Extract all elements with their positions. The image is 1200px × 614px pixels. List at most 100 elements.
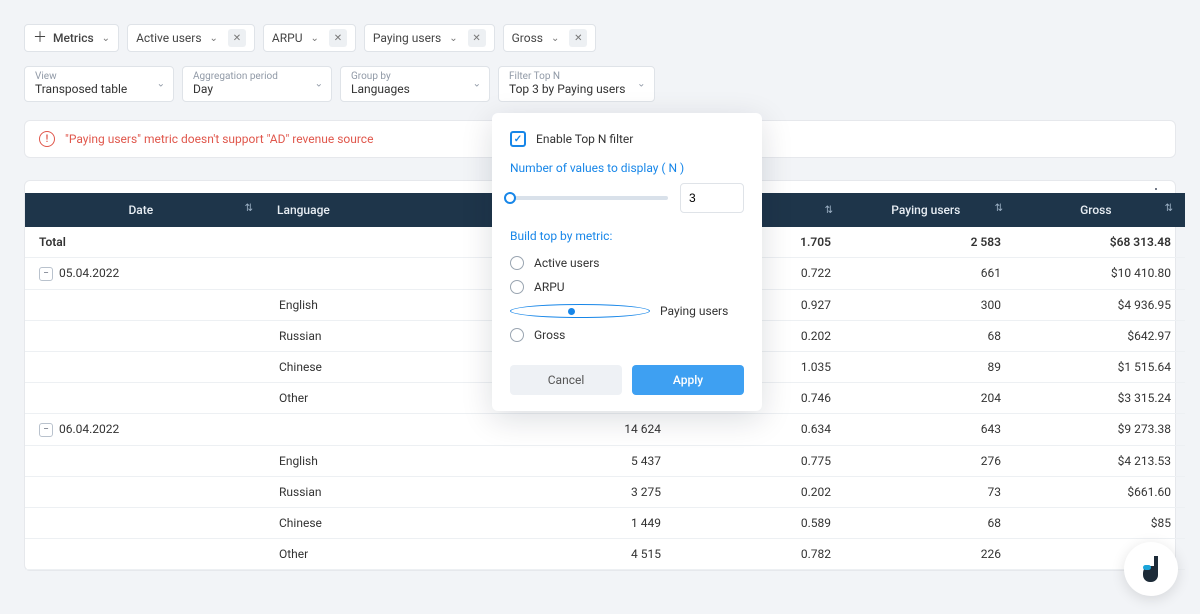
cell-paying-users: 68: [845, 320, 1015, 351]
cell-arpu: 0.775: [675, 445, 845, 476]
radio-label: Gross: [534, 328, 565, 342]
cell-paying-users: 226: [845, 538, 1015, 569]
cell-language: Russian: [265, 476, 505, 507]
cell-language: Chinese: [265, 351, 505, 382]
chevron-down-icon: ⌄: [551, 33, 559, 44]
metric-chip-active-users[interactable]: Active users ⌄ ✕: [127, 24, 255, 52]
cell-active-users: 14 624: [505, 413, 675, 445]
cell-arpu: 0.634: [675, 413, 845, 445]
close-icon[interactable]: ✕: [569, 29, 587, 47]
radio-icon[interactable]: [510, 304, 650, 318]
cell-language: [265, 258, 505, 290]
radio-label: ARPU: [534, 280, 565, 294]
cell-date: [25, 507, 265, 538]
cell-date: [25, 445, 265, 476]
cell-paying-users: 2 583: [845, 227, 1015, 258]
close-icon[interactable]: ✕: [329, 29, 347, 47]
period-select[interactable]: Aggregation period Day ⌄: [182, 66, 332, 102]
cell-active-users: 5 437: [505, 445, 675, 476]
cell-date: [25, 351, 265, 382]
cell-date: [25, 538, 265, 569]
metric-label: Build top by metric:: [510, 229, 744, 243]
cell-language: Russian: [265, 320, 505, 351]
cell-arpu: 0.589: [675, 507, 845, 538]
cancel-button[interactable]: Cancel: [510, 365, 622, 395]
cell-language: English: [265, 289, 505, 320]
table-row: −06.04.202214 6240.634643$9 273.38: [25, 413, 1185, 445]
cell-paying-users: 661: [845, 258, 1015, 290]
logo-icon: [1136, 554, 1166, 584]
sort-icon: ⇅: [825, 205, 833, 216]
chevron-down-icon: ⌄: [449, 33, 457, 44]
col-language[interactable]: Language: [265, 193, 505, 227]
cell-paying-users: 276: [845, 445, 1015, 476]
radio-option[interactable]: ARPU: [510, 275, 744, 299]
close-icon[interactable]: ✕: [228, 29, 246, 47]
add-metric-button[interactable]: ＋ Metrics ⌄: [24, 24, 119, 52]
col-gross[interactable]: Gross⇅: [1015, 193, 1185, 227]
collapse-icon[interactable]: −: [39, 267, 53, 281]
metric-chip-row: ＋ Metrics ⌄ Active users ⌄ ✕ ARPU ⌄ ✕ Pa…: [24, 24, 1176, 52]
col-paying-users[interactable]: Paying users⇅: [845, 193, 1015, 227]
cell-arpu: 0.782: [675, 538, 845, 569]
enable-checkbox[interactable]: ✓: [510, 131, 526, 147]
cell-active-users: 1 449: [505, 507, 675, 538]
slider-knob[interactable]: [504, 192, 516, 204]
n-slider[interactable]: [510, 196, 668, 200]
metric-chip-paying-users[interactable]: Paying users ⌄ ✕: [364, 24, 495, 52]
cell-gross: $4 213.53: [1015, 445, 1185, 476]
cell-language: [265, 227, 505, 258]
chevron-down-icon: ⌄: [102, 33, 110, 44]
radio-option[interactable]: Paying users: [510, 299, 744, 323]
view-select[interactable]: View Transposed table ⌄: [24, 66, 174, 102]
chevron-down-icon: ⌄: [157, 79, 165, 90]
cell-paying-users: 73: [845, 476, 1015, 507]
cell-active-users: 4 515: [505, 538, 675, 569]
cell-language: [265, 413, 505, 445]
radio-icon[interactable]: [510, 328, 524, 342]
cell-date: −06.04.2022: [25, 413, 265, 445]
chevron-down-icon: ⌄: [473, 79, 481, 90]
plus-icon: ＋: [33, 31, 47, 45]
metrics-label: Metrics: [53, 31, 94, 45]
table-row: English5 4370.775276$4 213.53: [25, 445, 1185, 476]
col-date[interactable]: Date⇅: [25, 193, 265, 227]
radio-icon[interactable]: [510, 256, 524, 270]
chevron-down-icon: ⌄: [315, 79, 323, 90]
cell-gross: $85: [1015, 507, 1185, 538]
metric-chip-gross[interactable]: Gross ⌄ ✕: [503, 24, 597, 52]
cell-active-users: 3 275: [505, 476, 675, 507]
radio-option[interactable]: Gross: [510, 323, 744, 347]
chevron-down-icon: ⌄: [311, 33, 319, 44]
brand-logo: [1124, 542, 1178, 596]
cell-date: Total: [25, 227, 265, 258]
cell-gross: $1 515.64: [1015, 351, 1185, 382]
cell-gross: $642.97: [1015, 320, 1185, 351]
sort-icon: ⇅: [995, 203, 1003, 214]
radio-option[interactable]: Active users: [510, 251, 744, 275]
filter-select[interactable]: Filter Top N Top 3 by Paying users ⌄: [498, 66, 655, 102]
table-row: Chinese1 4490.58968$85: [25, 507, 1185, 538]
n-label: Number of values to display ( N ): [510, 161, 744, 175]
radio-label: Active users: [534, 256, 599, 270]
alert-icon: !: [39, 131, 55, 147]
chevron-down-icon: ⌄: [210, 33, 218, 44]
cell-date: [25, 289, 265, 320]
cell-language: Other: [265, 382, 505, 413]
sort-icon: ⇅: [1165, 203, 1173, 214]
chevron-down-icon: ⌄: [637, 79, 645, 90]
warning-text: "Paying users" metric doesn't support "A…: [65, 132, 373, 146]
metric-chip-arpu[interactable]: ARPU ⌄ ✕: [263, 24, 356, 52]
n-input[interactable]: [680, 183, 744, 213]
collapse-icon[interactable]: −: [39, 423, 53, 437]
apply-button[interactable]: Apply: [632, 365, 744, 395]
close-icon[interactable]: ✕: [468, 29, 486, 47]
radio-icon[interactable]: [510, 280, 524, 294]
top-n-popover: ✓ Enable Top N filter Number of values t…: [492, 113, 762, 411]
cell-gross: $3 315.24: [1015, 382, 1185, 413]
cell-language: Chinese: [265, 507, 505, 538]
cell-paying-users: 643: [845, 413, 1015, 445]
cell-date: −05.04.2022: [25, 258, 265, 290]
group-select[interactable]: Group by Languages ⌄: [340, 66, 490, 102]
cell-date: [25, 320, 265, 351]
